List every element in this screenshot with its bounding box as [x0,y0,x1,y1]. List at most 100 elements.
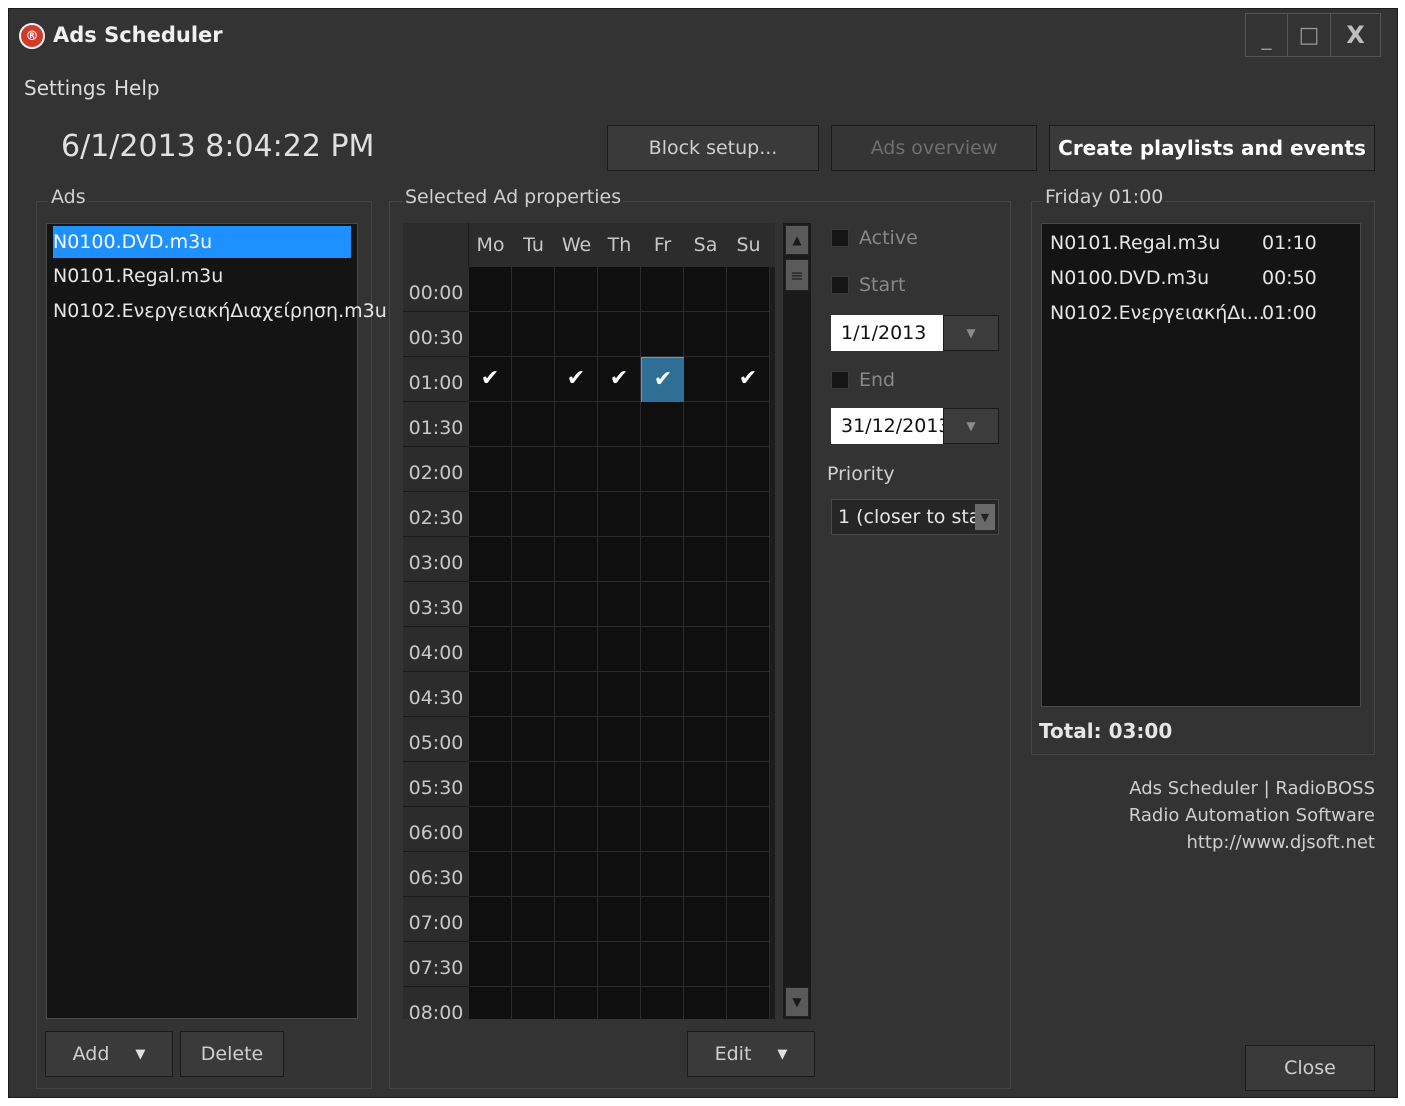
schedule-cell-sa-0100[interactable] [684,357,727,402]
schedule-cell-fr-0700[interactable] [641,897,684,942]
time-row-label[interactable]: 04:00 [403,627,469,672]
schedule-cell-th-0700[interactable] [598,897,641,942]
schedule-cell-th-0630[interactable] [598,852,641,897]
schedule-cell-we-0700[interactable] [555,897,598,942]
time-row-label[interactable]: 00:00 [403,267,469,312]
start-checkbox[interactable] [831,276,849,294]
end-checkbox[interactable] [831,371,849,389]
schedule-cell-su-0400[interactable] [727,627,770,672]
schedule-cell-su-0730[interactable] [727,942,770,987]
schedule-cell-fr-0800[interactable] [641,987,684,1019]
schedule-cell-mo-0400[interactable] [469,627,512,672]
schedule-cell-fr-0530[interactable] [641,762,684,807]
schedule-cell-tu-0330[interactable] [512,582,555,627]
schedule-cell-fr-0600[interactable] [641,807,684,852]
schedule-cell-su-0600[interactable] [727,807,770,852]
schedule-cell-su-0330[interactable] [727,582,770,627]
schedule-cell-sa-0300[interactable] [684,537,727,582]
ads-list[interactable]: N0100.DVD.m3u N0101.Regal.m3u N0102.Ενερ… [46,223,387,1019]
menu-settings[interactable]: Settings [24,76,106,100]
schedule-cell-th-0530[interactable] [598,762,641,807]
schedule-cell-mo-0630[interactable] [469,852,512,897]
time-row-label[interactable]: 03:00 [403,537,469,582]
schedule-cell-th-0730[interactable] [598,942,641,987]
schedule-cell-th-0230[interactable] [598,492,641,537]
schedule-cell-we-0230[interactable] [555,492,598,537]
schedule-cell-sa-0500[interactable] [684,717,727,762]
scroll-up-button[interactable]: ▲ [785,225,809,255]
time-row-label[interactable]: 08:00 [403,987,469,1019]
schedule-cell-we-0030[interactable] [555,312,598,357]
end-date-field[interactable]: 31/12/2013 [831,408,951,444]
schedule-cell-fr-0230[interactable] [641,492,684,537]
schedule-cell-tu-0600[interactable] [512,807,555,852]
schedule-cell-fr-0730[interactable] [641,942,684,987]
about-line-3[interactable]: http://www.djsoft.net [1109,829,1375,856]
schedule-cell-we-0530[interactable] [555,762,598,807]
schedule-cell-su-0130[interactable] [727,402,770,447]
slot-playlist-item[interactable]: N0100.DVD.m3u 00:50 [1050,263,1350,295]
schedule-cell-fr-0630[interactable] [641,852,684,897]
schedule-cell-fr-0430[interactable] [641,672,684,717]
schedule-cell-we-0300[interactable] [555,537,598,582]
time-row-label[interactable]: 04:30 [403,672,469,717]
schedule-cell-we-0600[interactable] [555,807,598,852]
schedule-cell-th-0100[interactable]: ✔ [598,357,641,402]
schedule-cell-mo-0300[interactable] [469,537,512,582]
schedule-cell-sa-0030[interactable] [684,312,727,357]
time-row-label[interactable]: 07:00 [403,897,469,942]
schedule-cell-su-0530[interactable] [727,762,770,807]
schedule-cell-mo-0330[interactable] [469,582,512,627]
edit-button[interactable]: Edit ▼ [687,1031,815,1077]
schedule-cell-mo-0200[interactable] [469,447,512,492]
day-header-fr[interactable]: Fr [641,223,684,267]
schedule-cell-sa-0230[interactable] [684,492,727,537]
schedule-cell-su-0630[interactable] [727,852,770,897]
delete-button[interactable]: Delete [180,1031,284,1077]
schedule-cell-th-0330[interactable] [598,582,641,627]
schedule-cell-we-0630[interactable] [555,852,598,897]
schedule-cell-we-0100[interactable]: ✔ [555,357,598,402]
schedule-cell-tu-0400[interactable] [512,627,555,672]
schedule-cell-we-0730[interactable] [555,942,598,987]
schedule-cell-fr-0030[interactable] [641,312,684,357]
schedule-cell-tu-0100[interactable] [512,357,555,402]
schedule-cell-th-0400[interactable] [598,627,641,672]
schedule-cell-fr-0500[interactable] [641,717,684,762]
schedule-cell-mo-0430[interactable] [469,672,512,717]
ads-list-item[interactable]: N0102.ΕνεργειακήΔιαχείρηση.m3u [53,295,387,327]
schedule-cell-sa-0000[interactable] [684,267,727,312]
schedule-cell-we-0130[interactable] [555,402,598,447]
time-row-label[interactable]: 05:00 [403,717,469,762]
schedule-cell-we-0400[interactable] [555,627,598,672]
schedule-cell-sa-0730[interactable] [684,942,727,987]
schedule-cell-su-0500[interactable] [727,717,770,762]
schedule-grid[interactable]: Mo Tu We Th Fr Sa Su 00:00 00:30 01:00 ✔ ✔ ✔ ✔ ✔ 01:30… [403,223,775,1019]
minimize-button[interactable]: _ [1246,14,1288,56]
chevron-down-icon[interactable]: ▼ [975,504,995,530]
schedule-cell-sa-0600[interactable] [684,807,727,852]
ads-list-item[interactable]: N0101.Regal.m3u [53,260,223,292]
slot-playlist-item[interactable]: N0101.Regal.m3u 01:10 [1050,228,1350,260]
schedule-cell-sa-0530[interactable] [684,762,727,807]
close-button[interactable]: Close [1245,1045,1375,1091]
day-header-su[interactable]: Su [727,223,770,267]
ads-overview-button[interactable]: Ads overview [831,125,1037,171]
schedule-cell-sa-0400[interactable] [684,627,727,672]
block-setup-button[interactable]: Block setup... [607,125,819,171]
time-row-label[interactable]: 01:00 [403,357,469,402]
schedule-cell-su-0300[interactable] [727,537,770,582]
schedule-cell-we-0200[interactable] [555,447,598,492]
schedule-cell-tu-0700[interactable] [512,897,555,942]
day-header-sa[interactable]: Sa [684,223,727,267]
maximize-button[interactable]: □ [1288,14,1331,56]
schedule-cell-su-0200[interactable] [727,447,770,492]
schedule-cell-mo-0600[interactable] [469,807,512,852]
schedule-cell-mo-0130[interactable] [469,402,512,447]
schedule-cell-sa-0430[interactable] [684,672,727,717]
schedule-cell-we-0800[interactable] [555,987,598,1019]
create-playlists-button[interactable]: Create playlists and events [1049,125,1375,171]
priority-select[interactable]: 1 (closer to star [831,499,999,535]
schedule-cell-tu-0800[interactable] [512,987,555,1019]
schedule-cell-fr-0300[interactable] [641,537,684,582]
